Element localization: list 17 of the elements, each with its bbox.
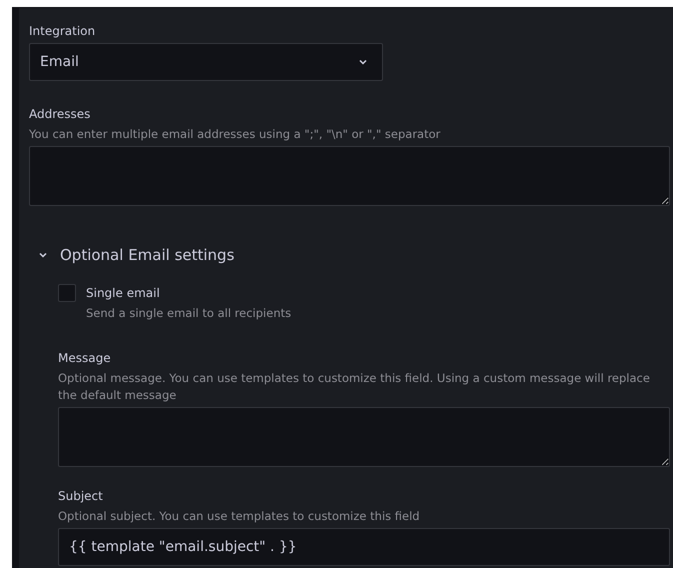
field-label: Message (58, 350, 111, 366)
field-description: You can enter multiple email addresses using a ";", "\n" or "," separator (29, 126, 442, 143)
field-label: Subject (58, 488, 103, 504)
chevron-down-icon (358, 57, 368, 67)
checkbox-description: Send a single email to all recipients (86, 304, 292, 322)
field-description: Optional message. You can use templates to customize this field. Using a custom message will replace the default message (58, 370, 651, 404)
subject-input[interactable]: {{ template "email.subject" . }} (58, 528, 670, 566)
checkbox-label: Single email (86, 284, 160, 302)
field-description: Optional subject. You can use templates to customize this field (58, 508, 421, 524)
section-toggle[interactable]: Optional Email settings (38, 244, 234, 266)
field-label: Addresses (29, 106, 90, 123)
field-label: Integration (29, 23, 96, 40)
checkbox[interactable] (58, 284, 76, 302)
message-textarea[interactable] (58, 406, 670, 466)
integration-select[interactable]: Email (29, 43, 383, 81)
chevron-icon (38, 250, 48, 260)
addresses-textarea[interactable] (29, 146, 670, 206)
